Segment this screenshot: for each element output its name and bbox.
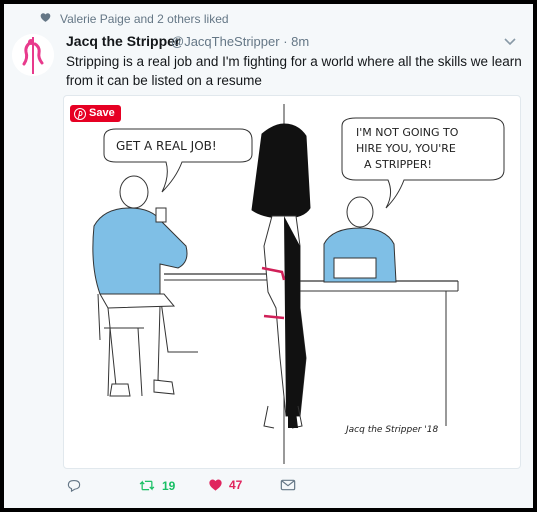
- heart-icon: [40, 13, 51, 22]
- bubble-left-text: GET A REAL JOB!: [116, 139, 217, 153]
- bubble-right-text-1: I'M NOT GOING TO: [356, 126, 459, 139]
- pinterest-save-button[interactable]: Save: [70, 105, 121, 122]
- chevron-down-icon[interactable]: [503, 37, 517, 47]
- tweet-text: Stripping is a real job and I'm fighting…: [66, 54, 522, 88]
- avatar-image: [12, 34, 54, 76]
- retweet-icon: [139, 480, 155, 491]
- social-context: Valerie Paige and 2 others liked: [4, 11, 533, 27]
- author-name[interactable]: Jacq the Stripper: [66, 33, 180, 49]
- artist-signature: Jacq the Stripper '18: [344, 425, 438, 435]
- author-handle-time[interactable]: @JacqTheStripper · 8m: [171, 34, 309, 49]
- comic-illustration: GET A REAL JOB! I'M NOT GOING TO HIRE YO…: [92, 104, 505, 464]
- like-button[interactable]: 47: [208, 478, 242, 492]
- pinterest-icon: [74, 107, 86, 120]
- direct-message-button[interactable]: [280, 478, 296, 492]
- save-label: Save: [89, 107, 115, 119]
- like-count: 47: [229, 478, 243, 492]
- retweet-button[interactable]: 19: [138, 478, 175, 493]
- reply-button[interactable]: [66, 478, 82, 493]
- avatar[interactable]: [12, 34, 54, 76]
- reply-icon: [67, 479, 81, 493]
- bubble-right-text-3: A STRIPPER!: [364, 158, 432, 171]
- tweet-actions: 19 47: [4, 478, 533, 500]
- tweet-card: Valerie Paige and 2 others liked Jacq th…: [4, 4, 533, 508]
- envelope-icon: [280, 479, 296, 491]
- heart-icon: [209, 479, 222, 491]
- retweet-count: 19: [162, 478, 176, 493]
- media-image[interactable]: GET A REAL JOB! I'M NOT GOING TO HIRE YO…: [63, 95, 521, 469]
- bubble-right-text-2: HIRE YOU, YOU'RE: [356, 142, 456, 155]
- liked-by-text[interactable]: Valerie Paige and 2 others liked: [60, 12, 229, 26]
